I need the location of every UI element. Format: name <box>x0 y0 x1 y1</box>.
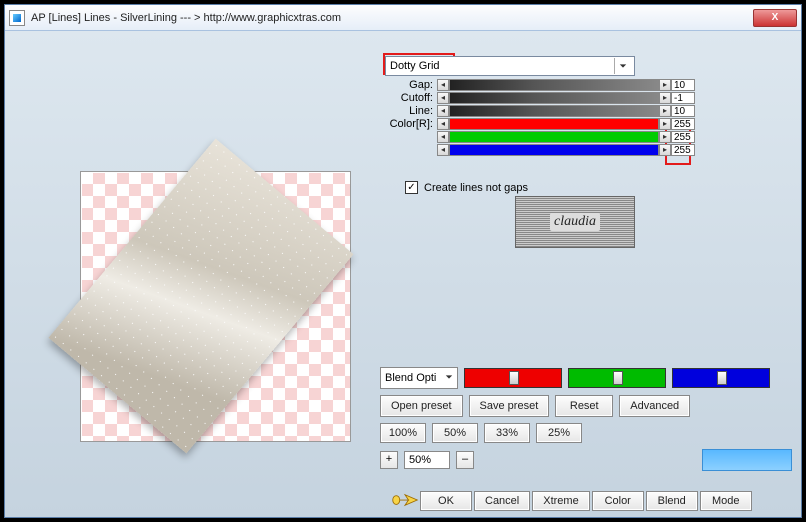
claudia-logo: claudia <box>515 196 635 248</box>
mode-button[interactable]: Mode <box>700 491 752 511</box>
titlebar[interactable]: AP [Lines] Lines - SilverLining --- > ht… <box>5 5 801 31</box>
b-slider[interactable] <box>449 144 659 156</box>
zoom-50-button[interactable]: 50% <box>432 423 478 443</box>
line-inc[interactable]: ▸ <box>659 105 671 117</box>
slider-panel: Gap: ◂ ▸ 10 Cutoff: ◂ ▸ -1 Line: ◂ ▸ 10 <box>385 78 695 156</box>
line-label: Line: <box>385 105 437 117</box>
ok-button[interactable]: OK <box>420 491 472 511</box>
r-inc[interactable]: ▸ <box>659 118 671 130</box>
output-r-slider[interactable] <box>464 368 562 388</box>
g-dec[interactable]: ◂ <box>437 131 449 143</box>
line-value[interactable]: 10 <box>671 105 695 117</box>
b-dec[interactable]: ◂ <box>437 144 449 156</box>
r-slider[interactable] <box>449 118 659 130</box>
gap-value[interactable]: 10 <box>671 79 695 91</box>
reset-button[interactable]: Reset <box>555 395 613 417</box>
blend-options-dropdown[interactable]: Blend Opti <box>380 367 458 389</box>
xtreme-button[interactable]: Xtreme <box>532 491 589 511</box>
preview-image <box>48 139 353 454</box>
slider-thumb[interactable] <box>717 371 727 385</box>
gap-slider[interactable] <box>449 79 659 91</box>
create-lines-checkbox[interactable]: ✓ <box>405 181 418 194</box>
app-icon <box>9 10 25 26</box>
output-b-slider[interactable] <box>672 368 770 388</box>
color-swatch[interactable] <box>702 449 792 471</box>
line-dec[interactable]: ◂ <box>437 105 449 117</box>
g-inc[interactable]: ▸ <box>659 131 671 143</box>
gap-label: Gap: <box>385 79 437 91</box>
cutoff-inc[interactable]: ▸ <box>659 92 671 104</box>
plugin-dialog: AP [Lines] Lines - SilverLining --- > ht… <box>4 4 802 518</box>
slider-thumb[interactable] <box>509 371 519 385</box>
chevron-down-icon <box>614 58 630 74</box>
cutoff-label: Cutoff: <box>385 92 437 104</box>
cancel-button[interactable]: Cancel <box>474 491 530 511</box>
zoom-25-button[interactable]: 25% <box>536 423 582 443</box>
zoom-out-button[interactable]: – <box>456 451 474 469</box>
r-value[interactable]: 255 <box>671 118 695 130</box>
zoom-100-button[interactable]: 100% <box>380 423 426 443</box>
window-title: AP [Lines] Lines - SilverLining --- > ht… <box>31 12 753 24</box>
pointer-hand-icon <box>391 491 419 509</box>
preview-canvas <box>80 171 351 442</box>
zoom-in-button[interactable]: + <box>380 451 398 469</box>
chevron-down-icon <box>445 372 453 384</box>
zoom-value[interactable]: 50% <box>404 451 450 469</box>
g-slider[interactable] <box>449 131 659 143</box>
save-preset-button[interactable]: Save preset <box>469 395 550 417</box>
preset-selected: Dotty Grid <box>390 60 440 72</box>
line-slider[interactable] <box>449 105 659 117</box>
b-value[interactable]: 255 <box>671 144 695 156</box>
gap-inc[interactable]: ▸ <box>659 79 671 91</box>
create-lines-label: Create lines not gaps <box>424 182 528 194</box>
cutoff-value[interactable]: -1 <box>671 92 695 104</box>
color-label: Color[R]: <box>385 118 437 130</box>
r-dec[interactable]: ◂ <box>437 118 449 130</box>
gap-dec[interactable]: ◂ <box>437 79 449 91</box>
advanced-button[interactable]: Advanced <box>619 395 690 417</box>
close-button[interactable]: X <box>753 9 797 27</box>
g-value[interactable]: 255 <box>671 131 695 143</box>
open-preset-button[interactable]: Open preset <box>380 395 463 417</box>
preset-dropdown[interactable]: Dotty Grid <box>385 56 635 76</box>
blend-button[interactable]: Blend <box>646 491 698 511</box>
color-button[interactable]: Color <box>592 491 644 511</box>
cutoff-dec[interactable]: ◂ <box>437 92 449 104</box>
output-g-slider[interactable] <box>568 368 666 388</box>
cutoff-slider[interactable] <box>449 92 659 104</box>
zoom-33-button[interactable]: 33% <box>484 423 530 443</box>
slider-thumb[interactable] <box>613 371 623 385</box>
b-inc[interactable]: ▸ <box>659 144 671 156</box>
